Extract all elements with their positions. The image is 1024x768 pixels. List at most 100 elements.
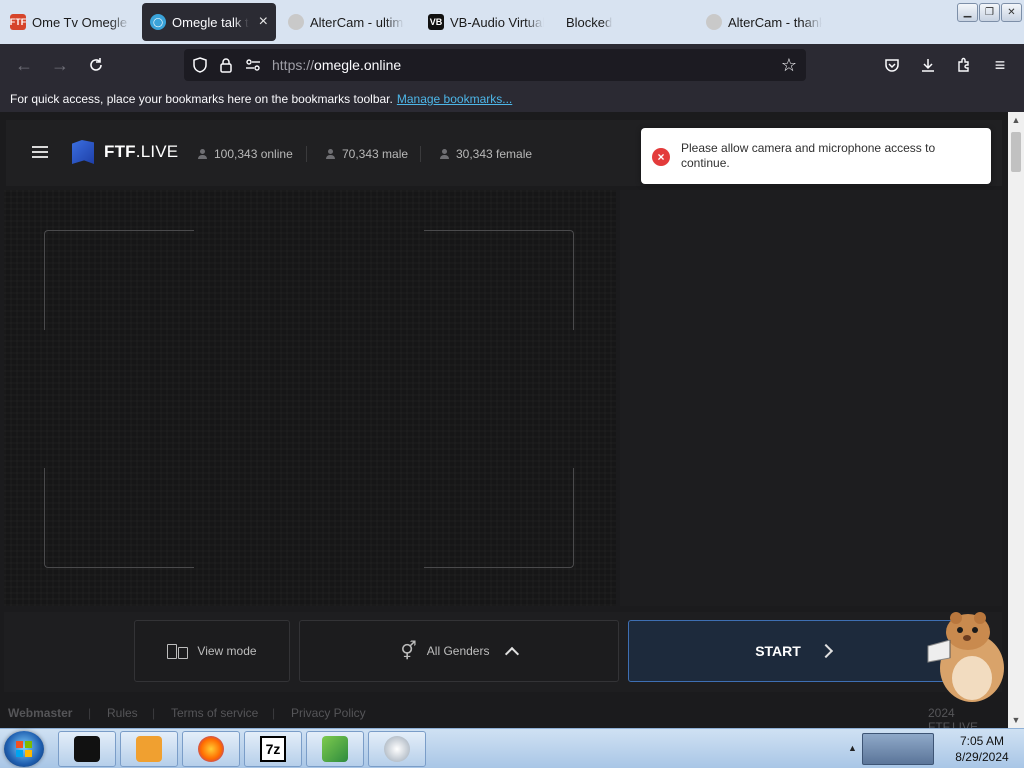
footer-terms-link[interactable]: Terms of service <box>171 706 258 720</box>
tab-blocked[interactable]: Blocked <box>558 3 690 41</box>
local-video-panel <box>4 190 616 606</box>
logo-text: FTF.LIVE <box>104 142 178 162</box>
tab-title: AlterCam - ultima <box>310 14 404 30</box>
black-box-app-icon <box>74 736 100 762</box>
url-host: omegle.online <box>314 57 402 73</box>
frame-corner <box>44 230 194 330</box>
start-label: START <box>755 643 801 659</box>
gender-icon: ⚥ <box>400 640 417 661</box>
screen: FTF Ome Tv Omegle a ◯ Omegle talk to × A… <box>0 0 1024 768</box>
restore-icon[interactable]: ❐ <box>979 3 1000 22</box>
remote-video-panel <box>620 190 1002 606</box>
divider: | <box>152 706 156 720</box>
7zip-icon: 7z <box>260 736 286 762</box>
frame-corner <box>424 468 574 568</box>
site-footer: Webmaster | Rules | Terms of service | P… <box>0 702 1008 734</box>
windows-start-icon[interactable] <box>4 731 44 767</box>
shield-icon[interactable] <box>189 54 211 76</box>
taskbar-black-box-app[interactable] <box>58 731 116 767</box>
scroll-up-arrow-icon[interactable]: ▲ <box>1011 115 1021 125</box>
bookmarks-message: For quick access, place your bookmarks h… <box>10 92 393 106</box>
hamburger-menu-icon[interactable] <box>32 146 48 158</box>
extensions-icon[interactable] <box>953 54 975 76</box>
bookmarks-toolbar: For quick access, place your bookmarks h… <box>0 86 1024 112</box>
pocket-icon[interactable] <box>881 54 903 76</box>
permissions-icon[interactable] <box>242 54 264 76</box>
show-hidden-icons-icon[interactable]: ▲ <box>848 743 857 753</box>
manage-bookmarks-link[interactable]: Manage bookmarks... <box>397 92 512 106</box>
media-player-icon <box>136 736 162 762</box>
gender-filter-label: All Genders <box>426 644 490 658</box>
view-mode-label: View mode <box>197 644 257 658</box>
hamster-mascot-icon[interactable] <box>920 606 1010 706</box>
view-mode-button[interactable]: View mode <box>134 620 290 682</box>
footer-webmaster[interactable]: Webmaster <box>8 706 72 720</box>
divider <box>420 146 421 162</box>
female-icon <box>440 149 449 159</box>
taskbar-media-player[interactable] <box>120 731 178 767</box>
frame-corner <box>44 468 194 568</box>
webcam-favicon-icon <box>706 14 722 30</box>
tab-title: Ome Tv Omegle a <box>32 14 130 30</box>
omegle-favicon-icon: ◯ <box>150 14 166 30</box>
scroll-thumb[interactable] <box>1011 132 1021 172</box>
vb-favicon-icon: VB <box>428 14 444 30</box>
tab-title: Blocked <box>566 14 613 30</box>
address-bar[interactable]: https://omegle.online ☆ <box>184 49 806 81</box>
taskbar-clock[interactable]: 7:05 AM 8/29/2024 <box>940 733 1024 765</box>
tab-altercam-thank[interactable]: AlterCam - thank <box>698 3 830 41</box>
male-count: 70,343 male <box>326 147 408 161</box>
taskbar-media-center[interactable] <box>306 731 364 767</box>
forward-arrow-icon[interactable]: → <box>49 54 71 76</box>
tab-altercam-ultima[interactable]: AlterCam - ultima <box>280 3 412 41</box>
taskbar-firefox[interactable] <box>182 731 240 767</box>
tray-app-icon[interactable] <box>862 733 934 765</box>
female-text: 30,343 female <box>456 147 533 161</box>
close-window-icon[interactable]: ✕ <box>1001 3 1022 22</box>
scroll-down-arrow-icon[interactable]: ▼ <box>1011 715 1021 725</box>
webcam-app-icon <box>384 736 410 762</box>
start-button[interactable]: START <box>628 620 958 682</box>
ftf-logo-icon <box>72 140 94 164</box>
logo-bold: FTF <box>104 142 136 161</box>
female-count: 30,343 female <box>440 147 532 161</box>
system-tray: ▲ 7:05 AM 8/29/2024 <box>840 729 1024 768</box>
taskbar-webcam-app[interactable] <box>368 731 426 767</box>
divider <box>306 146 307 162</box>
url-text[interactable]: https://omegle.online <box>272 57 401 73</box>
lock-icon[interactable] <box>215 54 237 76</box>
app-menu-icon[interactable]: ≡ <box>989 54 1011 76</box>
tab-title: Omegle talk to <box>172 14 249 30</box>
toast-message: Please allow camera and microphone acces… <box>681 141 936 170</box>
close-tab-icon[interactable]: × <box>259 14 268 30</box>
reload-icon[interactable] <box>85 54 107 76</box>
male-icon <box>326 149 335 159</box>
minimize-icon[interactable]: ▁ <box>957 3 978 22</box>
back-arrow-icon[interactable]: ← <box>13 54 35 76</box>
chat-controls: View mode ⚥ All Genders START <box>4 612 1002 692</box>
media-center-icon <box>322 736 348 762</box>
divider: | <box>88 706 92 720</box>
tab-title: VB-Audio Virtual <box>450 14 544 30</box>
star-bookmark-icon[interactable]: ☆ <box>778 54 800 76</box>
tab-title: AlterCam - thank <box>728 14 822 30</box>
footer-rules-link[interactable]: Rules <box>107 706 138 720</box>
footer-privacy-link[interactable]: Privacy Policy <box>291 706 366 720</box>
download-icon[interactable] <box>917 54 939 76</box>
site-logo[interactable]: FTF.LIVE <box>72 140 178 164</box>
taskbar-7zip[interactable]: 7z <box>244 731 302 767</box>
online-text: 100,343 online <box>214 147 293 161</box>
clock-time: 7:05 AM <box>959 734 1005 748</box>
camera-permission-toast[interactable]: × Please allow camera and microphone acc… <box>641 128 991 184</box>
tab-ome-tv[interactable]: FTF Ome Tv Omegle a <box>2 3 138 41</box>
page-scrollbar[interactable]: ▲ ▼ <box>1008 112 1024 728</box>
chevron-up-icon <box>505 646 520 662</box>
windows-taskbar: 7z ▲ 7:05 AM 8/29/2024 <box>0 728 1024 768</box>
browser-tab-strip: FTF Ome Tv Omegle a ◯ Omegle talk to × A… <box>0 0 1024 44</box>
tab-vb-audio[interactable]: VB VB-Audio Virtual <box>420 3 552 41</box>
tab-omegle-talk[interactable]: ◯ Omegle talk to × <box>142 3 276 41</box>
webcam-favicon-icon <box>288 14 304 30</box>
chevron-right-icon <box>818 643 833 659</box>
frame-corner <box>424 230 574 330</box>
gender-filter-button[interactable]: ⚥ All Genders <box>299 620 619 682</box>
